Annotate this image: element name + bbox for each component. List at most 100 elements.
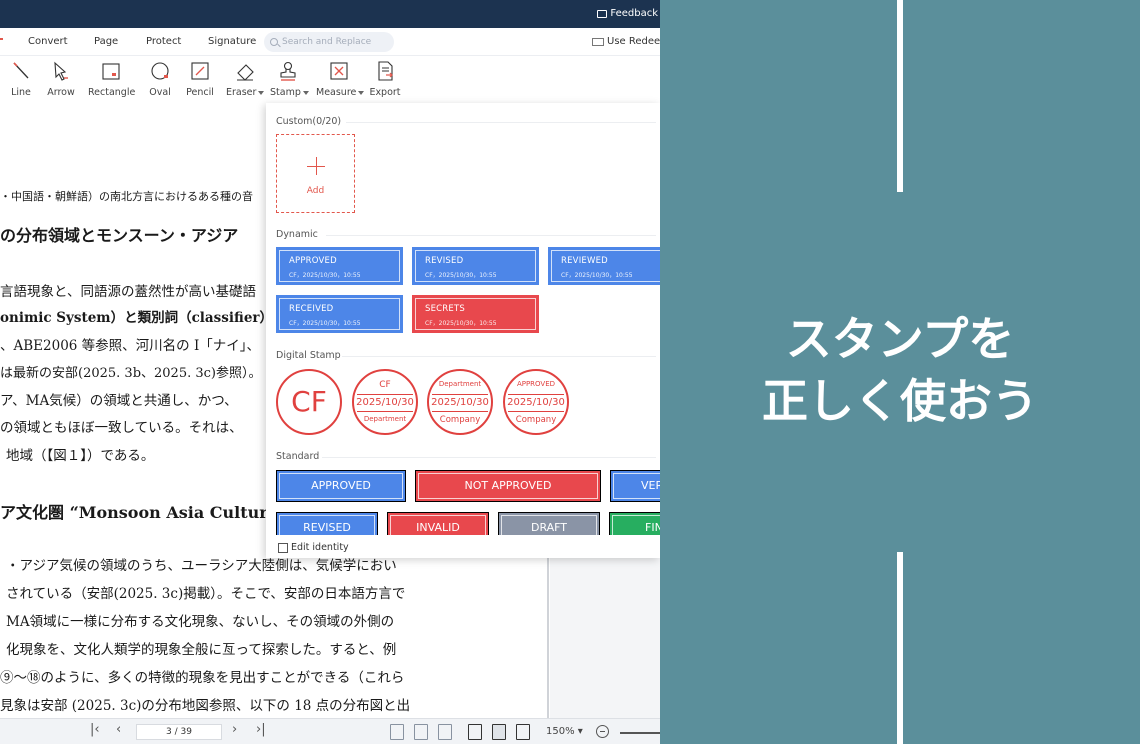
line-tool[interactable]: Line	[8, 60, 34, 98]
next-page-icon[interactable]: ›	[232, 722, 237, 737]
redeem-icon	[592, 37, 604, 46]
two-page-view-icon[interactable]	[516, 724, 530, 740]
stamp-text: Stamp	[270, 87, 301, 98]
search-placeholder: Search and Replace	[282, 37, 372, 47]
standard-stamp-not-approved[interactable]: NOT APPROVED	[415, 470, 601, 502]
pdf-editor-window: Feedback Convert Page Protect Signature …	[0, 0, 660, 744]
menu-convert[interactable]: Convert	[28, 36, 68, 47]
divider	[508, 411, 564, 412]
decorative-line-top	[897, 0, 903, 192]
doc-heading: ア文化圏 “Monsoon Asia Cultural	[0, 503, 285, 522]
doc-line: ⑨〜⑱のように、多くの特徴的現象を見出すことができる（これら	[0, 670, 405, 686]
pencil-label: Pencil	[186, 87, 214, 98]
stamp-subtext: CF，2025/10/30，10:55	[425, 272, 497, 279]
digital-stamp-department[interactable]: CF 2025/10/30 Department	[352, 369, 418, 435]
dynamic-stamp-secrets[interactable]: SECRETS CF，2025/10/30，10:55	[412, 295, 539, 333]
stamp-subtext: CF，2025/10/30，10:55	[561, 272, 633, 279]
arrow-icon	[50, 60, 72, 82]
dynamic-stamp-revised[interactable]: REVISED CF，2025/10/30，10:55	[412, 247, 539, 285]
measure-label: Measure	[316, 87, 365, 98]
last-page-icon[interactable]: ›|	[256, 722, 266, 737]
feedback-label: Feedback	[610, 8, 658, 19]
divider	[322, 457, 656, 458]
zoom-value: 150%	[546, 726, 575, 737]
stamp-subtext: CF，2025/10/30，10:55	[289, 272, 361, 279]
doc-line: MA領域に一様に分布する文化現象、ないし、その領域の外側の	[6, 614, 395, 630]
stamp-dropdown-panel: Custom(0/20) Add Dynamic APPROVED CF，2025…	[266, 103, 660, 558]
use-redeem-button[interactable]: Use Redeem	[592, 36, 660, 47]
pencil-icon	[189, 60, 211, 82]
page-view-icon[interactable]	[492, 724, 506, 740]
divider	[357, 394, 413, 395]
menu-protect[interactable]: Protect	[146, 36, 181, 47]
doc-line: 言語現象と、同語源の蓋然性が高い基礎語	[0, 284, 256, 300]
digital-stamp-cf[interactable]: CF	[276, 369, 342, 435]
divider	[432, 394, 488, 395]
menu-page[interactable]: Page	[94, 36, 118, 47]
use-redeem-label: Use Redeem	[607, 36, 660, 47]
doc-line: ア、MA気候）の領域と共通し、かつ、	[0, 393, 238, 409]
digital-stamp-date: 2025/10/30	[431, 397, 489, 408]
title-bar: Feedback	[0, 0, 660, 28]
measure-dropdown-icon	[358, 90, 365, 95]
standard-stamp-approved[interactable]: APPROVED	[276, 470, 406, 502]
measure-tool[interactable]: Measure	[316, 60, 365, 98]
digital-stamp-top: Department	[438, 380, 482, 388]
decorative-line-bottom	[897, 552, 903, 744]
custom-section-title: Custom(0/20)	[276, 116, 342, 127]
continuous-view-icon[interactable]	[468, 724, 482, 740]
oval-tool[interactable]: Oval	[146, 60, 174, 98]
measure-text: Measure	[316, 87, 357, 98]
stamp-label: APPROVED	[289, 256, 337, 266]
digital-stamp-company[interactable]: Department 2025/10/30 Company	[427, 369, 493, 435]
digital-stamp-date: 2025/10/30	[507, 397, 565, 408]
headline-line-2: 正しく使おう	[762, 374, 1038, 428]
prev-page-icon[interactable]: ‹	[116, 722, 121, 737]
eraser-text: Eraser	[226, 87, 257, 98]
dynamic-stamp-received[interactable]: RECEIVED CF，2025/10/30，10:55	[276, 295, 403, 333]
doc-line: onimic System）と類別詞（classifier）に	[0, 310, 287, 326]
export-tool[interactable]: Export	[368, 60, 402, 98]
edit-identity-button[interactable]: Edit identity	[278, 542, 349, 553]
headline-line-1: スタンプを	[785, 312, 1015, 366]
edit-identity-label: Edit identity	[291, 542, 349, 553]
doc-line: は最新の安部(2025. 3b、2025. 3c)参照）。	[0, 366, 262, 381]
fit-width-icon[interactable]	[438, 724, 452, 740]
digital-stamp-date: 2025/10/30	[356, 397, 414, 408]
line-icon	[10, 60, 32, 82]
chevron-down-icon: ▾	[577, 726, 583, 737]
page-edge	[547, 540, 549, 718]
digital-stamp-initials: CF	[291, 385, 327, 418]
active-menu-marker	[0, 38, 3, 40]
add-custom-stamp-button[interactable]: Add	[276, 134, 355, 213]
rotate-view-icon[interactable]	[414, 724, 428, 740]
feedback-button[interactable]: Feedback	[597, 8, 658, 19]
zoom-out-icon[interactable]	[596, 725, 609, 738]
stamp-label: SECRETS	[425, 304, 465, 314]
dynamic-stamp-approved[interactable]: APPROVED CF，2025/10/30，10:55	[276, 247, 403, 285]
stamp-tool[interactable]: Stamp	[270, 60, 309, 98]
stamp-label: Stamp	[270, 87, 309, 98]
divider	[342, 356, 656, 357]
oval-icon	[149, 60, 171, 82]
rectangle-label: Rectangle	[88, 87, 136, 98]
dynamic-stamp-reviewed[interactable]: REVIEWED CF，2025/10/30，10:55	[548, 247, 660, 285]
divider	[326, 235, 656, 236]
first-page-icon[interactable]: |‹	[90, 722, 100, 737]
annotation-toolbar: Line Arrow Rectangle Oval Pencil Eraser …	[0, 56, 660, 102]
standard-stamp-verified[interactable]: VER	[610, 470, 660, 502]
eraser-tool[interactable]: Eraser	[226, 60, 265, 98]
pencil-tool[interactable]: Pencil	[185, 60, 215, 98]
canvas-background	[550, 540, 660, 718]
menu-signature[interactable]: Signature	[208, 36, 256, 47]
digital-stamp-approved[interactable]: APPROVED 2025/10/30 Company	[503, 369, 569, 435]
zoom-slider[interactable]	[620, 732, 660, 734]
zoom-select[interactable]: 150% ▾	[546, 726, 583, 737]
page-number-input[interactable]: 3 / 39	[136, 724, 222, 740]
rectangle-tool[interactable]: Rectangle	[88, 60, 136, 98]
search-icon	[270, 38, 278, 46]
single-page-view-icon[interactable]	[390, 724, 404, 740]
search-input[interactable]: Search and Replace	[264, 32, 394, 52]
stamp-label: VER	[613, 473, 660, 499]
arrow-tool[interactable]: Arrow	[46, 60, 76, 98]
